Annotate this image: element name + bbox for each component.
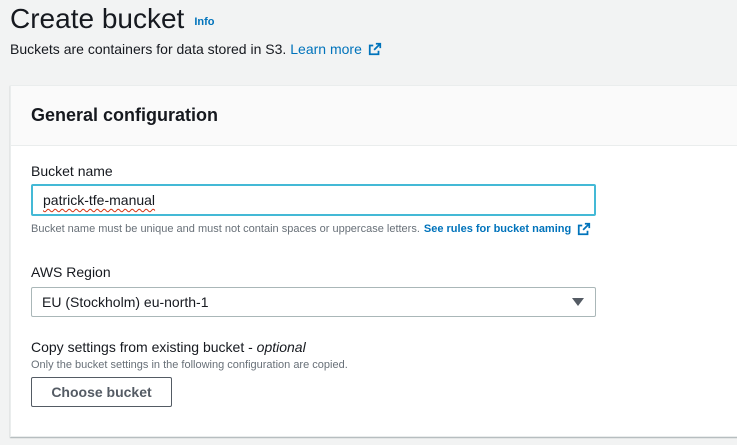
page-title: Create bucket bbox=[10, 3, 185, 34]
choose-bucket-button[interactable]: Choose bucket bbox=[31, 377, 172, 407]
general-configuration-panel: General configuration Bucket name patric… bbox=[10, 85, 737, 437]
bucket-name-value: patrick-tfe-manual bbox=[43, 192, 156, 208]
caret-down-icon bbox=[572, 298, 584, 306]
panel-title: General configuration bbox=[31, 105, 219, 125]
aws-region-select[interactable]: EU (Stockholm) eu-north-1 bbox=[31, 287, 596, 317]
learn-more-link[interactable]: Learn more bbox=[290, 40, 362, 58]
bucket-name-hint: Bucket name must be unique and must not … bbox=[31, 222, 591, 236]
panel-header: General configuration bbox=[11, 86, 737, 146]
title-row: Create bucket Info bbox=[10, 2, 382, 36]
info-link[interactable]: Info bbox=[194, 16, 214, 28]
bucket-name-hint-text: Bucket name must be unique and must not … bbox=[31, 223, 420, 235]
aws-region-label: AWS Region bbox=[31, 264, 111, 280]
bucket-name-input[interactable]: patrick-tfe-manual bbox=[31, 184, 596, 216]
page-header: Create bucket Info Buckets are container… bbox=[10, 2, 382, 58]
external-link-icon[interactable] bbox=[577, 222, 591, 236]
bucket-naming-rules-link[interactable]: See rules for bucket naming bbox=[424, 223, 571, 235]
copy-settings-description: Only the bucket settings in the followin… bbox=[31, 359, 348, 371]
bucket-name-label: Bucket name bbox=[31, 163, 113, 179]
external-link-icon[interactable] bbox=[368, 42, 382, 56]
optional-tag: optional bbox=[256, 339, 306, 355]
copy-settings-label-text: Copy settings from existing bucket - bbox=[31, 339, 257, 355]
aws-region-selected-value: EU (Stockholm) eu-north-1 bbox=[42, 294, 209, 310]
page-description-text: Buckets are containers for data stored i… bbox=[10, 41, 287, 57]
page-description: Buckets are containers for data stored i… bbox=[10, 40, 382, 58]
copy-settings-label: Copy settings from existing bucket - opt… bbox=[31, 339, 306, 355]
